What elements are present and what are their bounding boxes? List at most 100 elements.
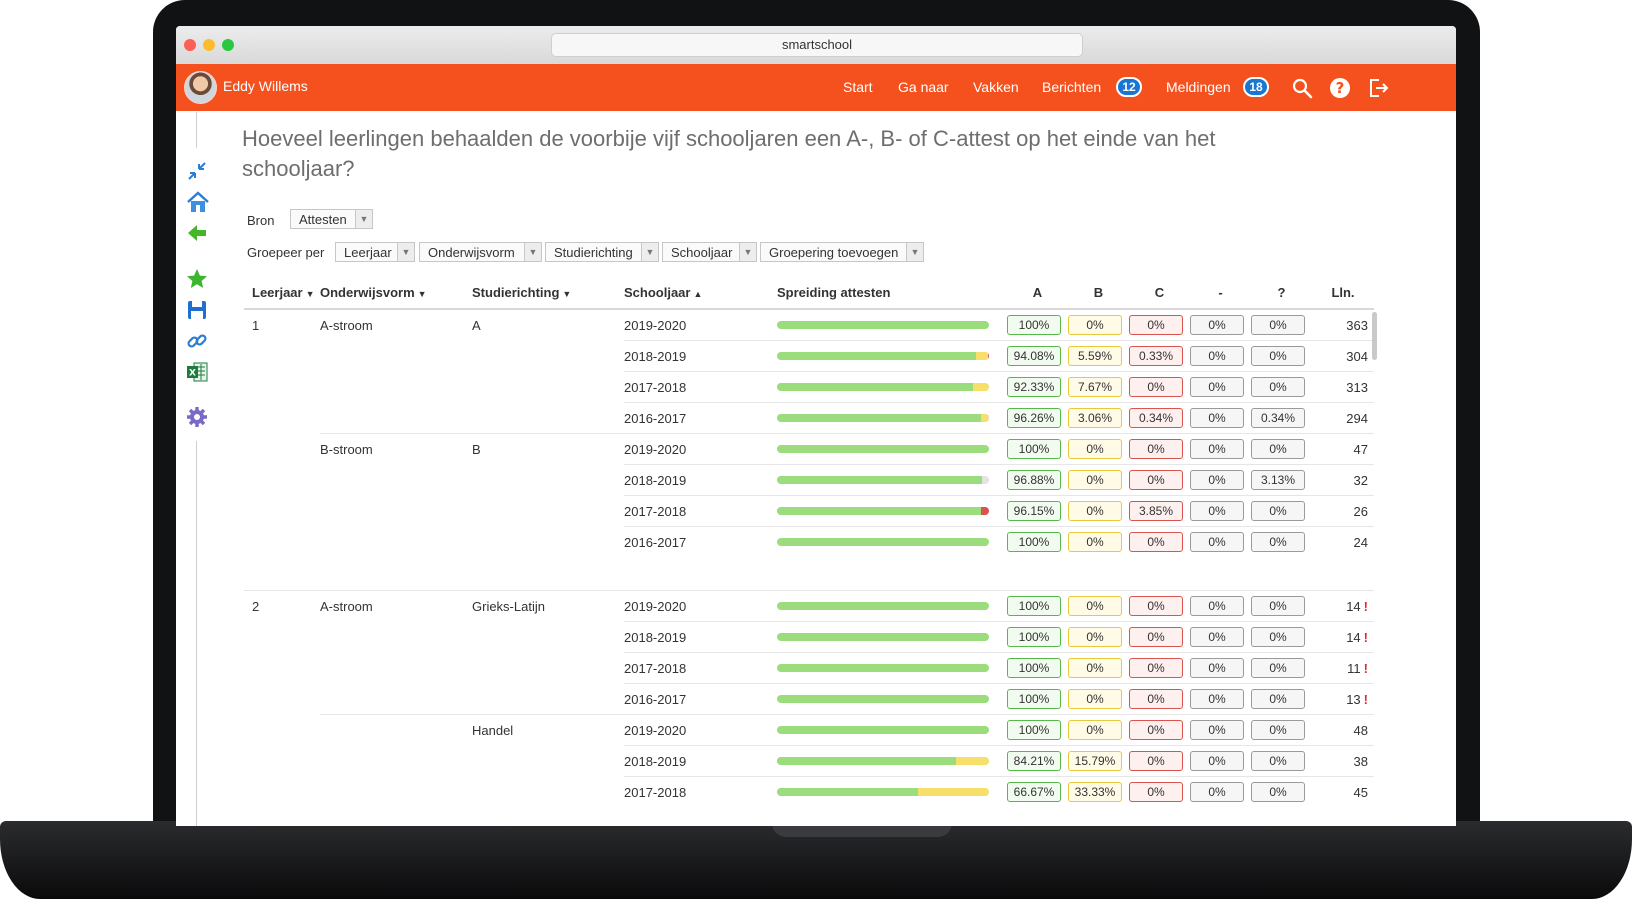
cell-b: 0% xyxy=(1068,689,1122,709)
warning-icon: ! xyxy=(1363,599,1368,614)
cell-none: 0% xyxy=(1190,627,1244,647)
maximize-window-button[interactable] xyxy=(222,39,234,51)
cell-b: 5.59% xyxy=(1068,346,1122,366)
cell-studierichting xyxy=(472,372,624,380)
cell-unknown: 3.13% xyxy=(1251,470,1305,490)
nav-meldingen[interactable]: Meldingen xyxy=(1166,79,1231,95)
cell-schooljaar: 2019-2020 xyxy=(624,599,687,614)
minimize-window-button[interactable] xyxy=(203,39,215,51)
header-onderwijsvorm[interactable]: Onderwijsvorm ▼ xyxy=(320,276,472,310)
nav-start[interactable]: Start xyxy=(843,79,873,95)
cell-studierichting: Handel xyxy=(472,723,514,738)
cell-studierichting xyxy=(472,527,624,535)
cell-b: 0% xyxy=(1068,596,1122,616)
cell-c: 0.34% xyxy=(1129,408,1183,428)
cell-c: 0.33% xyxy=(1129,346,1183,366)
meldingen-count-badge[interactable]: 18 xyxy=(1243,77,1269,97)
cell-studierichting xyxy=(472,496,624,504)
table-row: 2017-2018 92.33% 7.67% 0% 0% 0% 313 xyxy=(244,371,1374,403)
browser-chrome: smartschool xyxy=(176,26,1456,65)
address-bar[interactable]: smartschool xyxy=(551,33,1083,57)
link-icon[interactable] xyxy=(186,330,208,352)
group-filter-label: Leerjaar xyxy=(344,245,392,260)
cell-schooljaar: 2016-2017 xyxy=(624,411,687,426)
cell-lln: 13! xyxy=(1312,684,1374,707)
nav-vakken[interactable]: Vakken xyxy=(973,79,1019,95)
scrollbar[interactable] xyxy=(1372,312,1377,360)
cell-onderwijsvorm xyxy=(320,496,472,504)
cell-lln: 26 xyxy=(1312,496,1374,519)
collapse-icon[interactable] xyxy=(186,160,208,182)
distribution-segment xyxy=(777,445,989,453)
close-window-button[interactable] xyxy=(184,39,196,51)
lln-count: 13 xyxy=(1346,692,1361,707)
distribution-segment xyxy=(777,633,989,641)
add-grouping-select[interactable]: Groepering toevoegen ▼ xyxy=(760,242,924,262)
gear-icon[interactable] xyxy=(186,406,208,428)
source-label: Bron xyxy=(247,213,275,228)
user-name[interactable]: Eddy Willems xyxy=(223,78,308,94)
header-c: C xyxy=(1129,276,1190,310)
lln-count: 14 xyxy=(1346,599,1361,614)
group-filter-leerjaar[interactable]: Leerjaar ▼ xyxy=(335,242,415,262)
lln-count: 26 xyxy=(1353,504,1368,519)
lln-count: 48 xyxy=(1353,723,1368,738)
cell-schooljaar: 2018-2019 xyxy=(624,349,687,364)
cell-lln: 304 xyxy=(1312,341,1374,364)
avatar[interactable] xyxy=(184,71,217,104)
cell-unknown: 0% xyxy=(1251,627,1305,647)
distribution-bar xyxy=(777,602,989,610)
nav-berichten[interactable]: Berichten xyxy=(1042,79,1101,95)
search-icon[interactable] xyxy=(1291,77,1313,99)
distribution-segment xyxy=(777,757,956,765)
cell-none: 0% xyxy=(1190,658,1244,678)
help-icon[interactable]: ? xyxy=(1329,77,1351,99)
distribution-segment xyxy=(777,726,989,734)
group-filter-onderwijsvorm[interactable]: Onderwijsvorm ▼ xyxy=(419,242,542,262)
save-icon[interactable] xyxy=(186,299,208,321)
cell-b: 0% xyxy=(1068,627,1122,647)
star-icon[interactable] xyxy=(186,268,208,290)
group-filter-schooljaar[interactable]: Schooljaar ▼ xyxy=(662,242,757,262)
header-leerjaar[interactable]: Leerjaar ▼ xyxy=(244,276,320,310)
logout-icon[interactable] xyxy=(1367,77,1389,99)
header-studierichting[interactable]: Studierichting ▼ xyxy=(472,276,624,310)
distribution-segment xyxy=(980,507,989,515)
cell-unknown: 0% xyxy=(1251,751,1305,771)
header-schooljaar[interactable]: Schooljaar ▲ xyxy=(624,276,777,310)
cell-none: 0% xyxy=(1190,315,1244,335)
cell-unknown: 0% xyxy=(1251,315,1305,335)
source-select[interactable]: Attesten ▼ xyxy=(290,209,373,229)
group-filter-label: Schooljaar xyxy=(671,245,733,260)
back-arrow-icon[interactable] xyxy=(186,222,208,244)
cell-onderwijsvorm xyxy=(320,527,472,535)
nav-ga-naar[interactable]: Ga naar xyxy=(898,79,949,95)
cell-a: 100% xyxy=(1007,627,1061,647)
cell-none: 0% xyxy=(1190,596,1244,616)
cell-leerjaar xyxy=(252,434,320,442)
cell-schooljaar: 2017-2018 xyxy=(624,380,687,395)
excel-icon[interactable]: X xyxy=(186,361,208,383)
cell-a: 96.26% xyxy=(1007,408,1061,428)
cell-onderwijsvorm: B-stroom xyxy=(320,442,373,457)
sort-down-icon: ▼ xyxy=(417,288,427,299)
group-filter-label: Onderwijsvorm xyxy=(428,245,515,260)
table-row: 2016-2017 100% 0% 0% 0% 0% 13! xyxy=(244,683,1374,715)
berichten-count-badge[interactable]: 12 xyxy=(1116,77,1142,97)
sort-down-icon: ▼ xyxy=(562,288,572,299)
chevron-down-icon: ▼ xyxy=(906,243,923,261)
home-icon[interactable] xyxy=(186,190,210,214)
group-filter-studierichting[interactable]: Studierichting ▼ xyxy=(545,242,659,262)
warning-icon: ! xyxy=(1363,661,1368,676)
distribution-segment xyxy=(918,788,989,796)
cell-unknown: 0% xyxy=(1251,346,1305,366)
distribution-segment xyxy=(777,507,981,515)
cell-leerjaar: 1 xyxy=(252,318,260,333)
cell-b: 0% xyxy=(1068,470,1122,490)
cell-leerjaar xyxy=(252,403,320,411)
cell-none: 0% xyxy=(1190,532,1244,552)
cell-leerjaar xyxy=(252,777,320,785)
cell-onderwijsvorm xyxy=(320,653,472,661)
cell-unknown: 0.34% xyxy=(1251,408,1305,428)
cell-leerjaar xyxy=(252,715,320,723)
